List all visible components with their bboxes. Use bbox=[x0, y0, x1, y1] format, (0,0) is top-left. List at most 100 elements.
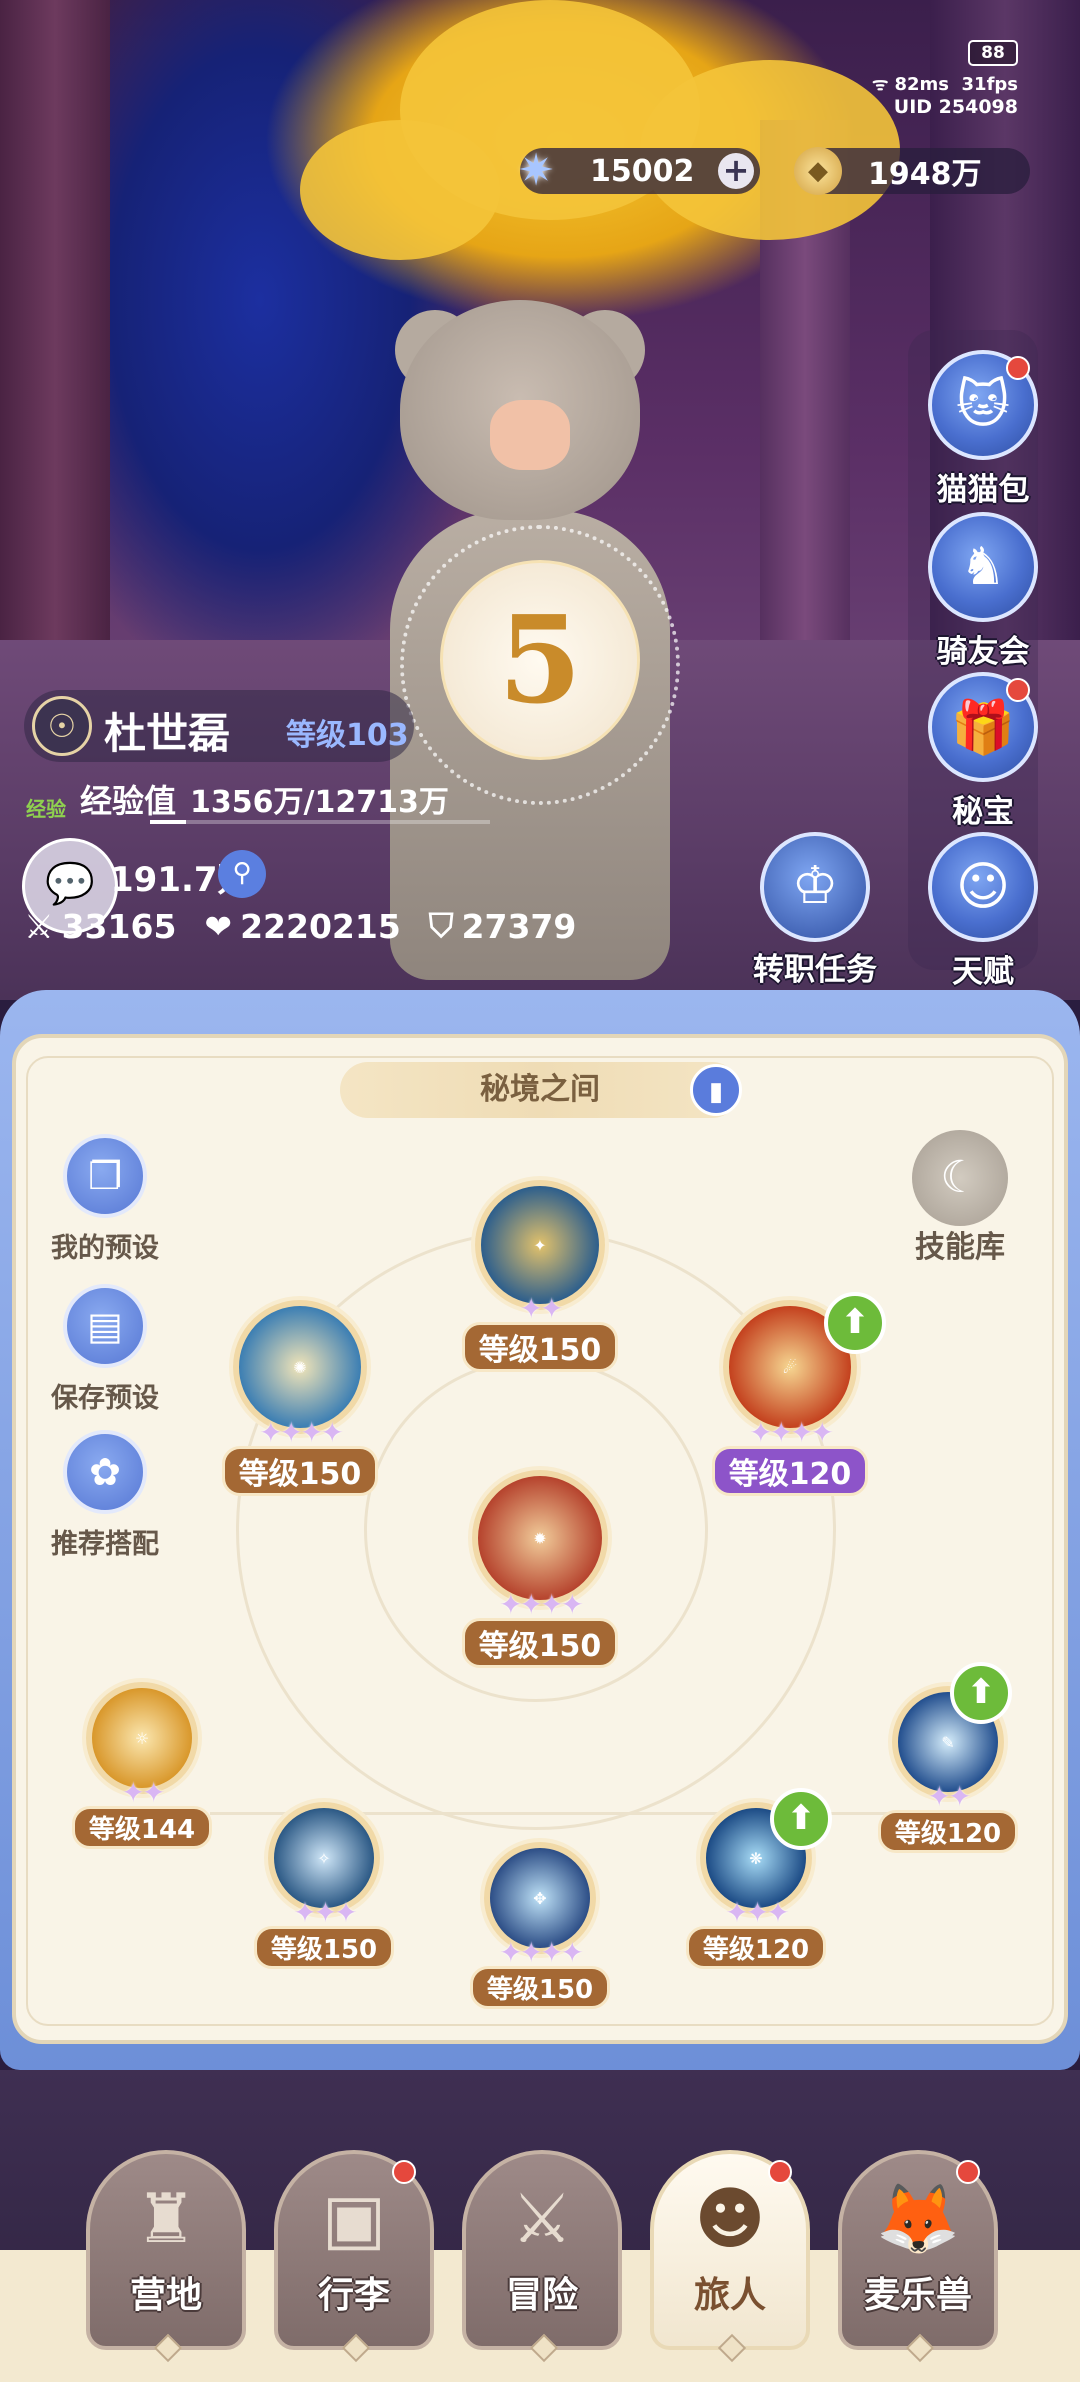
exp-row: 经验 经验值 1356万/12713万 bbox=[26, 776, 449, 822]
talent-icon: ☺ bbox=[928, 832, 1038, 942]
device-status: 88 ᯤ 82ms 31fps UID 254098 bbox=[862, 36, 1032, 126]
coin-icon: ◆ bbox=[794, 147, 842, 195]
star-gem-icon: ✷ bbox=[517, 144, 555, 196]
hp-stat: ❤ 2220215 bbox=[204, 906, 400, 946]
skill-node[interactable]: ✧ ✦✦✦ 等级150 bbox=[244, 1802, 404, 1969]
nav-luggage[interactable]: ▣ 行李 bbox=[274, 2150, 434, 2363]
skill-level-badge: 等级120 bbox=[685, 1926, 827, 1969]
rider-club-button[interactable]: ♞ 骑友会 bbox=[908, 512, 1058, 671]
player-level: 等级103 bbox=[286, 718, 409, 753]
skill-node[interactable]: ✥ ✦✦✦✦ 等级150 bbox=[460, 1842, 620, 2009]
talent-button[interactable]: ☺ 天赋 bbox=[908, 832, 1058, 991]
skill-node[interactable]: ✺ ✦✦✦✦ 等级150 bbox=[200, 1300, 400, 1496]
rider-club-label: 骑友会 bbox=[936, 634, 1030, 670]
save-icon: ▤ bbox=[63, 1284, 147, 1368]
nav-camp[interactable]: ♜ 营地 bbox=[86, 2150, 246, 2363]
notification-dot bbox=[768, 2160, 792, 2184]
skill-stars: ✦✦✦✦ bbox=[499, 1588, 584, 1621]
golden-tree bbox=[300, 120, 500, 260]
notification-dot bbox=[1006, 678, 1030, 702]
skill-stars: ✦✦✦✦ bbox=[749, 1416, 834, 1449]
search-icon[interactable]: ⚲ bbox=[218, 850, 266, 898]
my-presets-label: 我的预设 bbox=[51, 1233, 159, 1264]
nav-camp-label: 营地 bbox=[129, 2275, 202, 2316]
upgrade-arrow-icon[interactable]: ⬆ bbox=[770, 1788, 832, 1850]
save-preset-button[interactable]: ▤ 保存预设 bbox=[20, 1284, 190, 1415]
panel-title: 秘境之间 bbox=[340, 1062, 740, 1118]
skill-node[interactable]: ✦ ✦✦ 等级150 bbox=[440, 1180, 640, 1372]
add-gems-button[interactable]: + bbox=[718, 153, 754, 189]
crossed-swords-icon: ⚔ bbox=[511, 2180, 573, 2259]
skill-library-button[interactable]: ☾ 技能库 bbox=[900, 1130, 1020, 1266]
job-change-button[interactable]: ♔ 转职任务 bbox=[740, 832, 890, 989]
treasure-icon: 🎁 bbox=[928, 672, 1038, 782]
skill-library-label: 技能库 bbox=[915, 1230, 1005, 1265]
attack-value: 33165 bbox=[61, 906, 177, 946]
skill-level-badge: 等级120 bbox=[711, 1446, 869, 1496]
battery-indicator: 88 bbox=[968, 40, 1018, 66]
nav-pet-label: 麦乐兽 bbox=[863, 2275, 972, 2316]
upgrade-arrow-icon[interactable]: ⬆ bbox=[950, 1662, 1012, 1724]
hp-value: 2220215 bbox=[240, 906, 401, 946]
class-emblem-icon: ☉ bbox=[32, 696, 92, 756]
network-status: ᯤ 82ms 31fps bbox=[872, 72, 1018, 96]
skill-stars: ✦✦ bbox=[121, 1776, 166, 1809]
power-row: 191.7万 ⚲ 💬 bbox=[22, 838, 302, 934]
nav-traveler-label: 旅人 bbox=[693, 2275, 766, 2316]
wifi-icon: ᯤ bbox=[872, 74, 889, 95]
skill-library-icon: ☾ bbox=[912, 1130, 1008, 1226]
treasure-button[interactable]: 🎁 秘宝 bbox=[908, 672, 1058, 831]
exp-progress-fill bbox=[150, 820, 187, 824]
presets-icon: ❐ bbox=[63, 1134, 147, 1218]
attack-stat: ⚔ 33165 bbox=[24, 906, 176, 946]
coin-amount: 1948万 bbox=[868, 157, 982, 192]
gem-currency: ✷ 15002 + bbox=[518, 145, 760, 196]
uid-text: UID 254098 bbox=[893, 96, 1018, 118]
skill-node[interactable]: ☄ ⬆ ✦✦✦✦ 等级120 bbox=[690, 1292, 890, 1496]
crossed-swords-icon: ⚔ bbox=[24, 906, 54, 946]
ping-text: 82ms bbox=[894, 74, 949, 95]
recommend-icon: ✿ bbox=[63, 1430, 147, 1514]
heart-icon: ❤ bbox=[204, 906, 233, 946]
skill-stars: ✦✦✦✦ bbox=[499, 1936, 584, 1969]
character-face bbox=[490, 400, 570, 470]
skill-stars: ✦✦✦ bbox=[293, 1896, 357, 1929]
job-change-label: 转职任务 bbox=[753, 952, 877, 988]
skill-level-badge: 等级120 bbox=[877, 1810, 1019, 1853]
skill-stars: ✦✦✦✦ bbox=[259, 1416, 344, 1449]
avatar-level-badge[interactable]: 5 bbox=[440, 560, 640, 760]
nav-luggage-label: 行李 bbox=[317, 2275, 390, 2316]
castle-icon: ♜ bbox=[135, 2180, 197, 2259]
skill-node[interactable]: ☼ ✦✦ 等级144 bbox=[62, 1682, 222, 1849]
upgrade-arrow-icon[interactable]: ⬆ bbox=[824, 1292, 886, 1354]
nav-traveler[interactable]: ☻ 旅人 bbox=[650, 2150, 810, 2363]
nav-pet[interactable]: 🦊 麦乐兽 bbox=[838, 2150, 998, 2363]
skill-level-badge: 等级150 bbox=[221, 1446, 379, 1496]
stone-pillar bbox=[0, 0, 110, 700]
nav-adventure[interactable]: ⚔ 冒险 bbox=[462, 2150, 622, 2363]
skill-node[interactable]: ❋ ⬆ ✦✦✦ 等级120 bbox=[676, 1788, 836, 1969]
nav-adventure-label: 冒险 bbox=[505, 2275, 578, 2316]
cat-bag-icon: 🐱 bbox=[928, 350, 1038, 460]
save-preset-label: 保存预设 bbox=[51, 1383, 159, 1414]
player-name-bar[interactable]: ☉ 杜世磊 等级103 bbox=[24, 690, 414, 762]
skill-level-badge: 等级144 bbox=[71, 1806, 213, 1849]
skill-icon: ✹ bbox=[472, 1470, 608, 1606]
skill-node[interactable]: ✎ ⬆ ✦✦ 等级120 bbox=[868, 1662, 1028, 1853]
chest-icon: ▣ bbox=[321, 2180, 387, 2259]
shield-icon: ⛉ bbox=[428, 906, 454, 945]
book-icon[interactable]: ▮ bbox=[690, 1064, 742, 1116]
talent-label: 天赋 bbox=[952, 954, 1014, 990]
traveler-portrait-icon: ☻ bbox=[694, 2180, 766, 2259]
skill-level-badge: 等级150 bbox=[461, 1322, 619, 1372]
skill-node[interactable]: ✹ ✦✦✦✦ 等级150 bbox=[436, 1470, 644, 1668]
coin-currency: ◆ 1948万 bbox=[794, 147, 1030, 195]
gem-amount: 15002 bbox=[590, 153, 695, 189]
my-presets-button[interactable]: ❐ 我的预设 bbox=[20, 1134, 190, 1265]
exp-label: 经验值 bbox=[80, 782, 177, 820]
cat-bag-button[interactable]: 🐱 猫猫包 bbox=[908, 350, 1058, 509]
skill-stars: ✦✦ bbox=[927, 1780, 972, 1813]
skill-level-badge: 等级150 bbox=[461, 1618, 619, 1668]
notification-dot bbox=[956, 2160, 980, 2184]
recommended-button[interactable]: ✿ 推荐搭配 bbox=[20, 1430, 190, 1561]
